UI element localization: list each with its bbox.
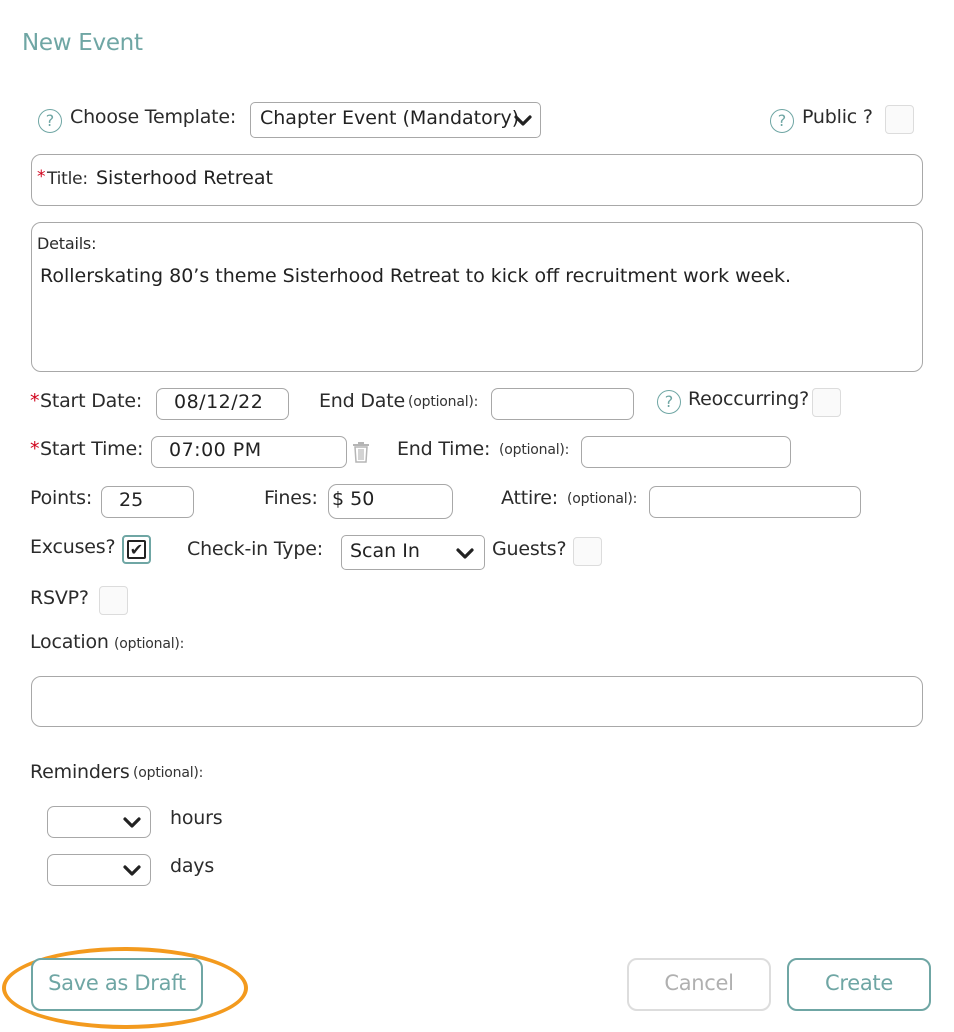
start-date-required-mark: *: [30, 390, 40, 412]
start-time-input[interactable]: 07:00 PM: [151, 436, 347, 468]
fines-input[interactable]: $ 50: [328, 484, 453, 519]
title-field[interactable]: * Title: Sisterhood Retreat: [31, 154, 923, 206]
end-time-input[interactable]: [581, 436, 791, 468]
reminder-hours-label: hours: [170, 807, 223, 829]
reminder-days-label: days: [170, 855, 215, 877]
checkin-select[interactable]: Scan In: [341, 535, 485, 570]
excuses-label: Excuses?: [30, 536, 116, 558]
start-date-input[interactable]: 08/12/22: [156, 388, 289, 420]
rsvp-checkbox[interactable]: [99, 586, 128, 615]
guests-checkbox[interactable]: [573, 537, 602, 566]
end-date-label: End Date: [319, 390, 405, 412]
rsvp-label: RSVP?: [30, 587, 89, 609]
reoccurring-help-icon[interactable]: ?: [657, 390, 681, 414]
guests-label: Guests?: [492, 538, 567, 560]
attire-label: Attire:: [501, 487, 558, 509]
points-value: 25: [119, 489, 144, 511]
location-input[interactable]: [31, 676, 923, 727]
details-label: Details:: [37, 234, 97, 253]
public-help-icon[interactable]: ?: [770, 109, 794, 133]
page-title: New Event: [22, 30, 143, 56]
public-label: Public ?: [802, 106, 873, 128]
checkmark-icon: ✔: [127, 540, 146, 559]
attire-optional: (optional):: [567, 491, 638, 507]
end-time-label: End Time:: [397, 438, 491, 460]
start-time-value: 07:00 PM: [169, 439, 262, 461]
reoccurring-label: Reoccurring?: [688, 388, 809, 410]
end-time-optional: (optional):: [499, 442, 570, 458]
location-label: Location: [30, 631, 109, 653]
checkin-select-value: Scan In: [350, 540, 420, 562]
chevron-down-icon: [456, 548, 474, 559]
template-help-icon[interactable]: ?: [38, 109, 62, 133]
reminders-optional: (optional):: [133, 765, 204, 781]
location-optional: (optional):: [114, 636, 185, 652]
template-select-value: Chapter Event (Mandatory): [260, 107, 520, 129]
reminder-days-select[interactable]: [47, 854, 151, 886]
title-label: Title:: [47, 169, 88, 189]
end-date-optional: (optional):: [408, 394, 479, 410]
title-required-mark: *: [37, 167, 46, 187]
cancel-button[interactable]: Cancel: [627, 958, 771, 1011]
attire-input[interactable]: [649, 486, 861, 518]
start-date-value: 08/12/22: [174, 391, 264, 413]
points-input[interactable]: 25: [101, 486, 194, 518]
checkin-label: Check-in Type:: [187, 538, 323, 560]
reoccurring-checkbox[interactable]: [812, 388, 841, 417]
excuses-checkbox[interactable]: ✔: [122, 535, 151, 564]
chevron-down-icon: [123, 865, 141, 876]
fines-value: $ 50: [332, 488, 375, 510]
details-field[interactable]: Details: Rollerskating 80’s theme Sister…: [31, 222, 923, 372]
chevron-down-icon: [514, 115, 532, 126]
reminder-hours-select[interactable]: [47, 806, 151, 838]
save-draft-button[interactable]: Save as Draft: [31, 958, 203, 1011]
trash-icon[interactable]: [351, 441, 371, 463]
template-label: Choose Template:: [70, 106, 237, 128]
reminders-label: Reminders: [30, 761, 130, 783]
start-time-required-mark: *: [30, 438, 40, 460]
start-time-label: Start Time:: [40, 438, 144, 460]
chevron-down-icon: [123, 817, 141, 828]
start-date-label: Start Date:: [40, 390, 143, 412]
public-checkbox[interactable]: [885, 105, 914, 134]
points-label: Points:: [30, 487, 93, 509]
create-button[interactable]: Create: [787, 958, 931, 1011]
details-value: Rollerskating 80’s theme Sisterhood Retr…: [40, 265, 792, 287]
end-date-input[interactable]: [491, 388, 634, 420]
title-value: Sisterhood Retreat: [96, 167, 273, 189]
template-select[interactable]: Chapter Event (Mandatory): [250, 102, 541, 138]
fines-label: Fines:: [264, 487, 318, 509]
